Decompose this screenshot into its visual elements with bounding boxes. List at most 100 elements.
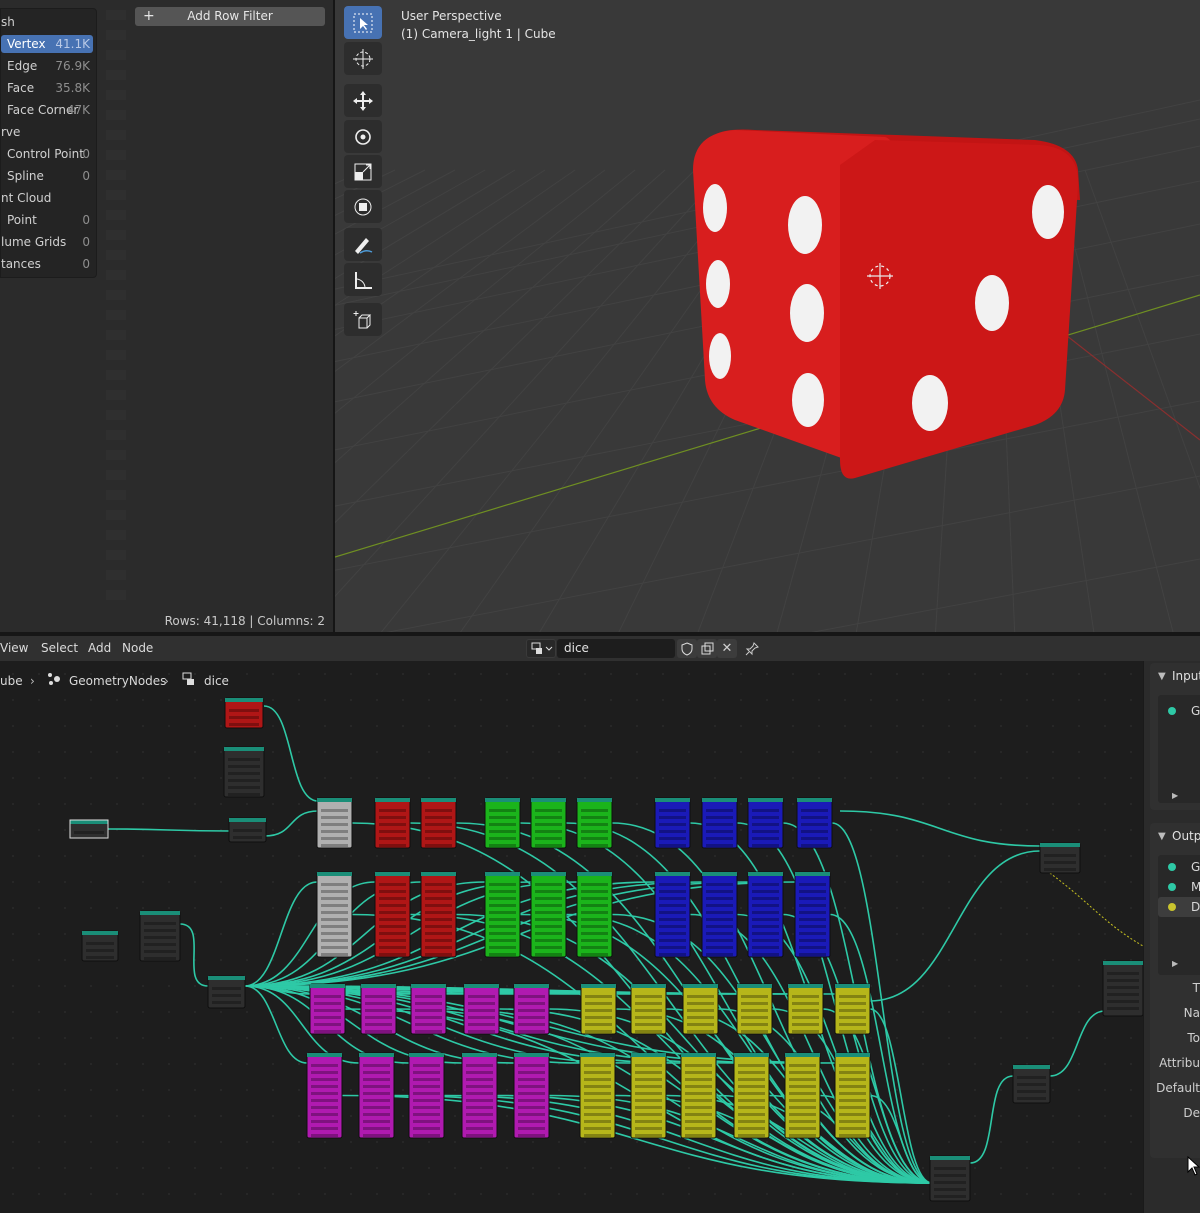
- node-green: [576, 871, 613, 958]
- measure-icon: [355, 271, 372, 289]
- node-red: [374, 871, 411, 958]
- domain-row[interactable]: Vertex 41.1K: [1, 34, 98, 54]
- node-link: [869, 850, 1041, 1002]
- domain-count: 35.8K: [55, 81, 90, 95]
- unlink-button[interactable]: ✕: [717, 639, 737, 658]
- node-red: [420, 871, 457, 958]
- node-blue: [747, 871, 784, 958]
- node-blue: [794, 871, 831, 958]
- chevron-right-icon: ›: [30, 674, 35, 688]
- node-transform: [81, 930, 119, 962]
- node-olive: [630, 983, 667, 1035]
- outputs-title[interactable]: Outpu: [1172, 829, 1200, 843]
- domain-row[interactable]: nt Cloud: [1, 188, 98, 208]
- output-item-d[interactable]: D: [1158, 897, 1200, 917]
- pip: [1032, 185, 1064, 239]
- expand-icon[interactable]: ▶: [1172, 791, 1178, 800]
- object-info-label: (1) Camera_light 1 | Cube: [401, 27, 556, 41]
- chevron-down-icon[interactable]: ▼: [1158, 671, 1166, 682]
- node-capture: [1012, 1064, 1051, 1104]
- socket-dot: [1168, 707, 1176, 715]
- grid-line: [811, 558, 1200, 632]
- scale-tool[interactable]: [344, 155, 382, 188]
- move-tool[interactable]: [344, 84, 382, 117]
- domain-row[interactable]: rve: [1, 122, 98, 142]
- pip: [790, 284, 824, 342]
- domain-label: nt Cloud: [1, 191, 52, 205]
- node-link: [263, 705, 319, 802]
- pip: [912, 375, 948, 431]
- transform-tool[interactable]: [344, 190, 382, 223]
- domain-row[interactable]: Control Point 0: [1, 144, 98, 164]
- node-join: [207, 975, 246, 1009]
- domain-row[interactable]: lume Grids 0: [1, 232, 98, 252]
- domain-count: 0: [82, 147, 90, 161]
- domain-row[interactable]: sh: [1, 12, 98, 32]
- domain-count: 0: [82, 257, 90, 271]
- domain-label: lume Grids: [1, 235, 67, 249]
- rotate-tool[interactable]: [344, 120, 382, 153]
- domain-row[interactable]: Spline 0: [1, 166, 98, 186]
- geometry-nodes-icon: [46, 671, 62, 693]
- domain-label: Edge: [7, 59, 38, 73]
- grid-line: [386, 475, 1200, 632]
- domain-label: Control Point: [7, 147, 84, 161]
- nodes: [69, 697, 1143, 1202]
- socket-property-label: Attribu: [1159, 1056, 1200, 1070]
- node-olive: [733, 1052, 770, 1139]
- add-row-filter-button[interactable]: + Add Row Filter: [135, 7, 325, 26]
- menu-node[interactable]: Node: [122, 636, 153, 661]
- chevron-right-icon: ›: [164, 674, 169, 688]
- inputs-panel: ▼ Inputs G ▶: [1150, 663, 1200, 810]
- node-group-browse-button[interactable]: [526, 639, 556, 658]
- breadcrumb-modifier[interactable]: GeometryNodes: [69, 671, 166, 691]
- pin-button[interactable]: [742, 639, 762, 658]
- breadcrumb-node-group[interactable]: dice: [204, 671, 229, 691]
- 3d-viewport[interactable]: User Perspective (1) Camera_light 1 | Cu…: [335, 0, 1200, 632]
- pip: [709, 333, 731, 379]
- node-value: [69, 819, 109, 839]
- menu-add[interactable]: Add: [88, 636, 111, 661]
- viewport-scene: [335, 99, 1200, 632]
- node-canvas[interactable]: ube › GeometryNodes › dice: [0, 661, 1143, 1213]
- socket-property-label: T: [1192, 981, 1200, 995]
- cursor-tool[interactable]: [344, 42, 382, 75]
- domain-count: 47K: [66, 103, 90, 117]
- fake-user-button[interactable]: [677, 639, 697, 658]
- node-magenta: [461, 1052, 498, 1139]
- transform-icon: [354, 198, 372, 215]
- node-link: [179, 923, 209, 987]
- output-item-geometry[interactable]: G: [1158, 857, 1200, 877]
- domain-label: rve: [1, 125, 21, 139]
- select-box-tool[interactable]: [344, 6, 382, 39]
- domain-row[interactable]: tances 0: [1, 254, 98, 274]
- menu-select[interactable]: Select: [41, 636, 78, 661]
- output-item-m[interactable]: M: [1158, 877, 1200, 897]
- node-olive: [787, 983, 824, 1035]
- input-item-geometry[interactable]: G: [1158, 701, 1200, 721]
- chevron-down-icon[interactable]: ▼: [1158, 831, 1166, 842]
- annotate-tool[interactable]: [344, 228, 382, 261]
- inputs-title[interactable]: Inputs: [1172, 669, 1200, 683]
- select-box-icon: [353, 13, 373, 32]
- node-blue: [654, 797, 691, 849]
- add-cube-tool[interactable]: [344, 303, 382, 336]
- node-magenta: [309, 983, 346, 1035]
- domain-row[interactable]: Edge 76.9K: [1, 56, 98, 76]
- domain-count: 0: [82, 235, 90, 249]
- node-group-name-field[interactable]: dice: [557, 639, 675, 658]
- menu-view[interactable]: View: [0, 636, 28, 661]
- node-viewer: [1102, 960, 1143, 1017]
- domain-row[interactable]: Point 0: [1, 210, 98, 230]
- node-blue: [747, 797, 784, 849]
- duplicate-button[interactable]: [697, 639, 717, 658]
- socket-dot: [1168, 863, 1176, 871]
- node-link: [244, 881, 376, 987]
- node-link-dashed: [1039, 865, 1143, 947]
- measure-tool[interactable]: [344, 263, 382, 296]
- breadcrumb-object[interactable]: ube: [0, 671, 23, 691]
- domain-row[interactable]: Face Corner 47K: [1, 100, 98, 120]
- spreadsheet-divider: [106, 0, 126, 610]
- expand-icon[interactable]: ▶: [1172, 959, 1178, 968]
- domain-row[interactable]: Face 35.8K: [1, 78, 98, 98]
